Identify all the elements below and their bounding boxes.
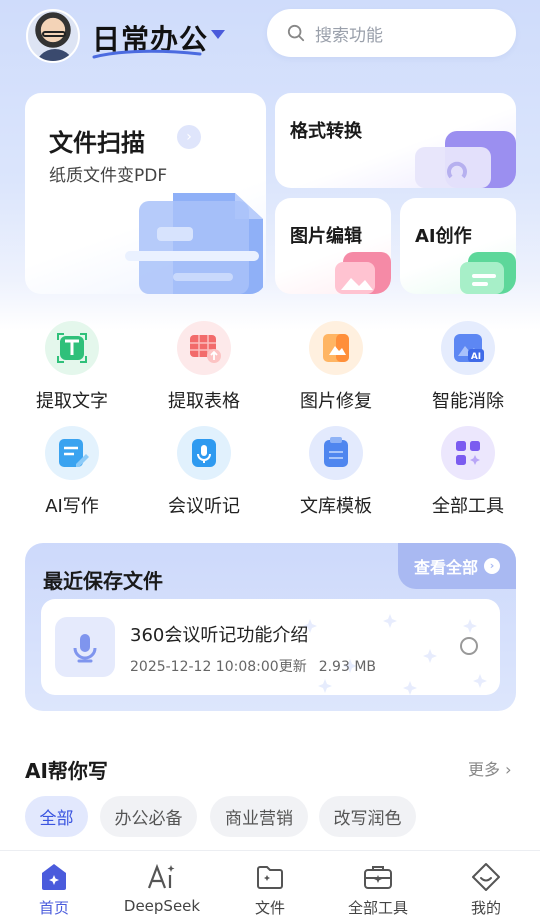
file-size: 2.93 MB: [318, 659, 377, 675]
tool-label: 会议听记: [168, 496, 240, 517]
ai-text-icon: [147, 863, 175, 889]
nav-files[interactable]: 文件: [216, 851, 324, 924]
ai-write-section-title: AI帮你写: [25, 759, 108, 783]
chevron-right-icon: ›: [177, 125, 201, 149]
nav-label: 全部工具: [347, 899, 408, 917]
profile-face-icon: [472, 863, 500, 891]
tool-label: 提取文字: [36, 391, 108, 412]
tool-image-repair[interactable]: 图片修复: [281, 321, 391, 413]
tool-label: 图片修复: [300, 391, 372, 412]
more-label: 更多: [468, 760, 501, 779]
tool-label: 全部工具: [432, 496, 504, 517]
tool-ai-write[interactable]: AI写作: [17, 426, 127, 518]
file-updated-time: 2025-12-12 10:08:00更新: [130, 659, 307, 675]
tool-ai-erase[interactable]: AI 智能消除: [413, 321, 523, 413]
ai-write-icon: [45, 426, 99, 480]
home-icon: [42, 864, 66, 890]
view-all-label: 查看全部: [413, 558, 478, 577]
tool-template-library[interactable]: 文库模板: [281, 426, 391, 518]
file-meta: 2025-12-12 10:08:00更新 2.93 MB: [130, 656, 388, 676]
file-name: 360会议听记功能介绍: [130, 625, 309, 646]
image-edit-title: 图片编辑: [290, 226, 362, 247]
image-edit-icon: [335, 252, 391, 294]
toolbox-icon: [364, 866, 392, 889]
nav-label: 首页: [38, 899, 69, 917]
nav-home[interactable]: 首页: [0, 851, 108, 924]
ai-create-title: AI创作: [415, 226, 472, 247]
scanner-document-icon: [125, 193, 263, 294]
ai-create-card[interactable]: AI创作: [400, 198, 516, 294]
tool-meeting-record[interactable]: 会议听记: [149, 426, 259, 518]
chevron-right-icon: ›: [484, 558, 500, 574]
file-select-radio[interactable]: [460, 637, 478, 655]
title-underline-decoration: [92, 49, 202, 59]
tool-table-extract[interactable]: 提取表格: [149, 321, 259, 413]
workspace-dropdown-icon[interactable]: [211, 30, 225, 39]
chip-business-marketing[interactable]: 商业营销: [210, 796, 308, 837]
ai-create-icon: [460, 252, 516, 294]
table-extract-icon: [177, 321, 231, 375]
tool-all-tools[interactable]: 全部工具: [413, 426, 523, 518]
nav-deepseek[interactable]: DeepSeek: [108, 851, 216, 924]
audio-file-icon: [55, 617, 115, 677]
meeting-record-icon: [177, 426, 231, 480]
chip-all[interactable]: 全部: [25, 796, 88, 837]
more-link[interactable]: 更多 ›: [468, 756, 512, 780]
tool-text-extract[interactable]: 提取文字: [17, 321, 127, 413]
chevron-right-icon: ›: [505, 760, 512, 779]
tool-label: AI写作: [45, 496, 99, 517]
image-edit-card[interactable]: 图片编辑: [275, 198, 391, 294]
nav-label: 我的: [470, 899, 501, 917]
nav-label: DeepSeek: [123, 897, 201, 915]
recent-file-item[interactable]: 360会议听记功能介绍 2025-12-12 10:08:00更新 2.93 MB: [41, 599, 500, 695]
avatar[interactable]: [26, 9, 80, 63]
recent-files-title: 最近保存文件: [43, 569, 163, 593]
nav-profile[interactable]: 我的: [432, 851, 540, 924]
file-scan-subtitle: 纸质文件变PDF: [49, 166, 168, 186]
image-repair-icon: [309, 321, 363, 375]
search-icon: [287, 24, 305, 42]
file-scan-title: 文件扫描: [49, 129, 145, 157]
tool-label: 文库模板: [300, 496, 372, 517]
search-bar[interactable]: 搜索功能: [267, 9, 516, 57]
ai-erase-icon: AI: [441, 321, 495, 375]
chip-office-essentials[interactable]: 办公必备: [100, 796, 197, 837]
view-all-button[interactable]: 查看全部 ›: [398, 543, 516, 589]
text-extract-icon: [45, 321, 99, 375]
format-convert-icon: [415, 131, 516, 188]
tool-label: 提取表格: [168, 391, 240, 412]
all-tools-icon: [441, 426, 495, 480]
bottom-navigation: 首页 DeepSeek 文件 全部工具 我的: [0, 850, 540, 924]
svg-text:AI: AI: [471, 352, 481, 362]
file-scan-card[interactable]: 文件扫描 › 纸质文件变PDF: [25, 93, 266, 294]
folder-icon: [257, 866, 283, 889]
tool-label: 智能消除: [432, 391, 504, 412]
nav-label: 文件: [254, 899, 285, 917]
search-placeholder: 搜索功能: [315, 25, 383, 46]
format-convert-card[interactable]: 格式转换: [275, 93, 516, 188]
format-convert-title: 格式转换: [290, 121, 362, 142]
chip-rewrite-polish[interactable]: 改写润色: [319, 796, 416, 837]
recent-files-panel: 最近保存文件 查看全部 › 360会议听记功能介绍 2025-12-12 10:…: [25, 543, 516, 711]
nav-all-tools[interactable]: 全部工具: [324, 851, 432, 924]
template-library-icon: [309, 426, 363, 480]
